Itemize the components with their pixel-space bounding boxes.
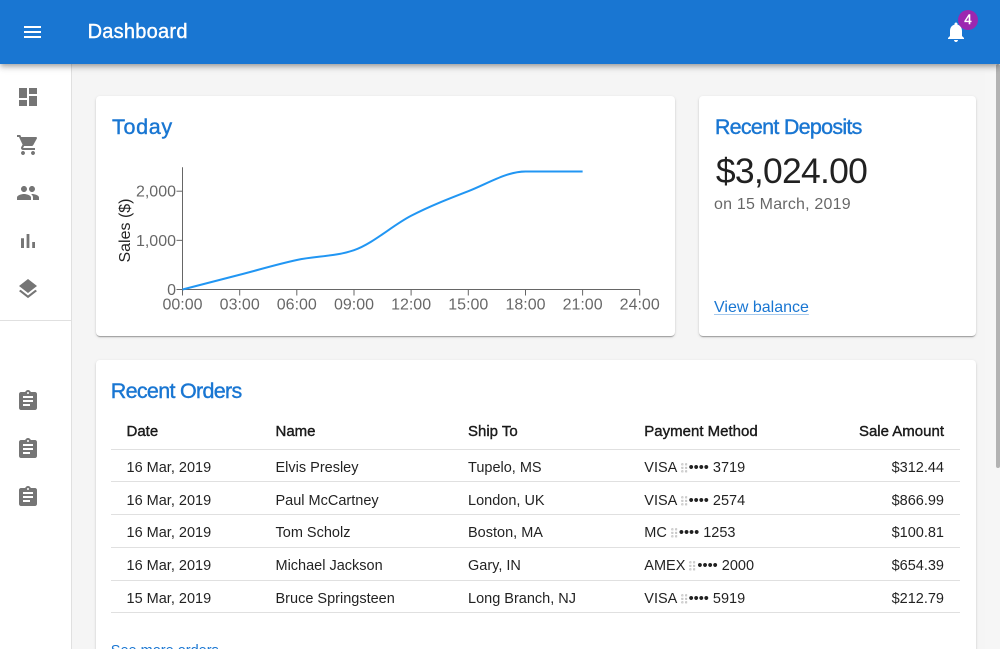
svg-text:06:00: 06:00 — [277, 296, 317, 313]
svg-text:15:00: 15:00 — [448, 296, 488, 313]
svg-text:09:00: 09:00 — [334, 296, 374, 313]
svg-text:Sales ($): Sales ($) — [117, 198, 134, 262]
svg-text:24:00: 24:00 — [620, 296, 660, 313]
svg-text:2,000: 2,000 — [136, 184, 176, 201]
svg-text:12:00: 12:00 — [391, 296, 431, 313]
svg-text:03:00: 03:00 — [220, 296, 260, 313]
svg-text:1,000: 1,000 — [136, 233, 176, 250]
svg-text:18:00: 18:00 — [505, 296, 545, 313]
svg-text:0: 0 — [167, 282, 176, 299]
svg-text:21:00: 21:00 — [563, 296, 603, 313]
